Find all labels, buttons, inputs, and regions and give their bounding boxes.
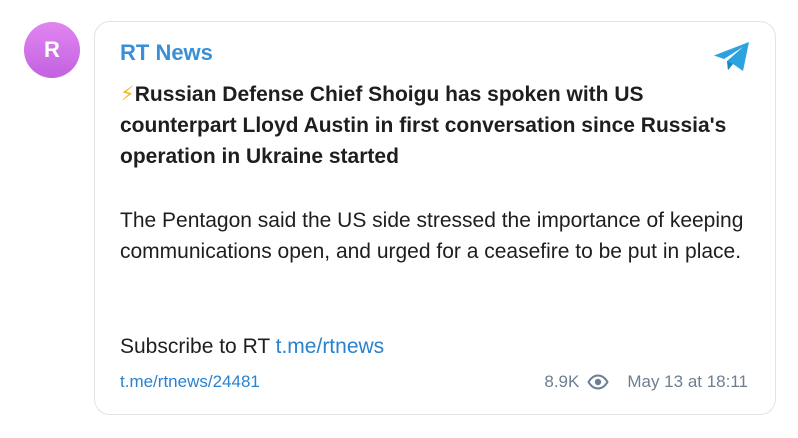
lightning-bolt-icon: ⚡ bbox=[120, 83, 135, 106]
headline-text: Russian Defense Chief Shoigu has spoken … bbox=[120, 83, 727, 168]
view-count: 8.9K bbox=[544, 372, 580, 391]
subscribe-link[interactable]: t.me/rtnews bbox=[276, 335, 385, 358]
post-headline: ⚡Russian Defense Chief Shoigu has spoken… bbox=[120, 79, 750, 172]
post-date: May 13 at 18:11 bbox=[627, 372, 748, 391]
subscribe-prefix: Subscribe to RT bbox=[120, 335, 276, 358]
channel-avatar[interactable]: R bbox=[24, 22, 80, 78]
telegram-plane-icon[interactable] bbox=[712, 40, 752, 74]
post-permalink[interactable]: t.me/rtnews/24481 bbox=[120, 370, 260, 394]
channel-name-link[interactable]: RT News bbox=[120, 40, 213, 66]
avatar-letter: R bbox=[44, 37, 60, 62]
eye-icon bbox=[587, 374, 610, 390]
subscribe-line: Subscribe to RT t.me/rtnews bbox=[120, 331, 384, 362]
post-meta: 8.9K May 13 at 18:11 bbox=[544, 370, 748, 394]
post-body: The Pentagon said the US side stressed t… bbox=[120, 209, 744, 263]
